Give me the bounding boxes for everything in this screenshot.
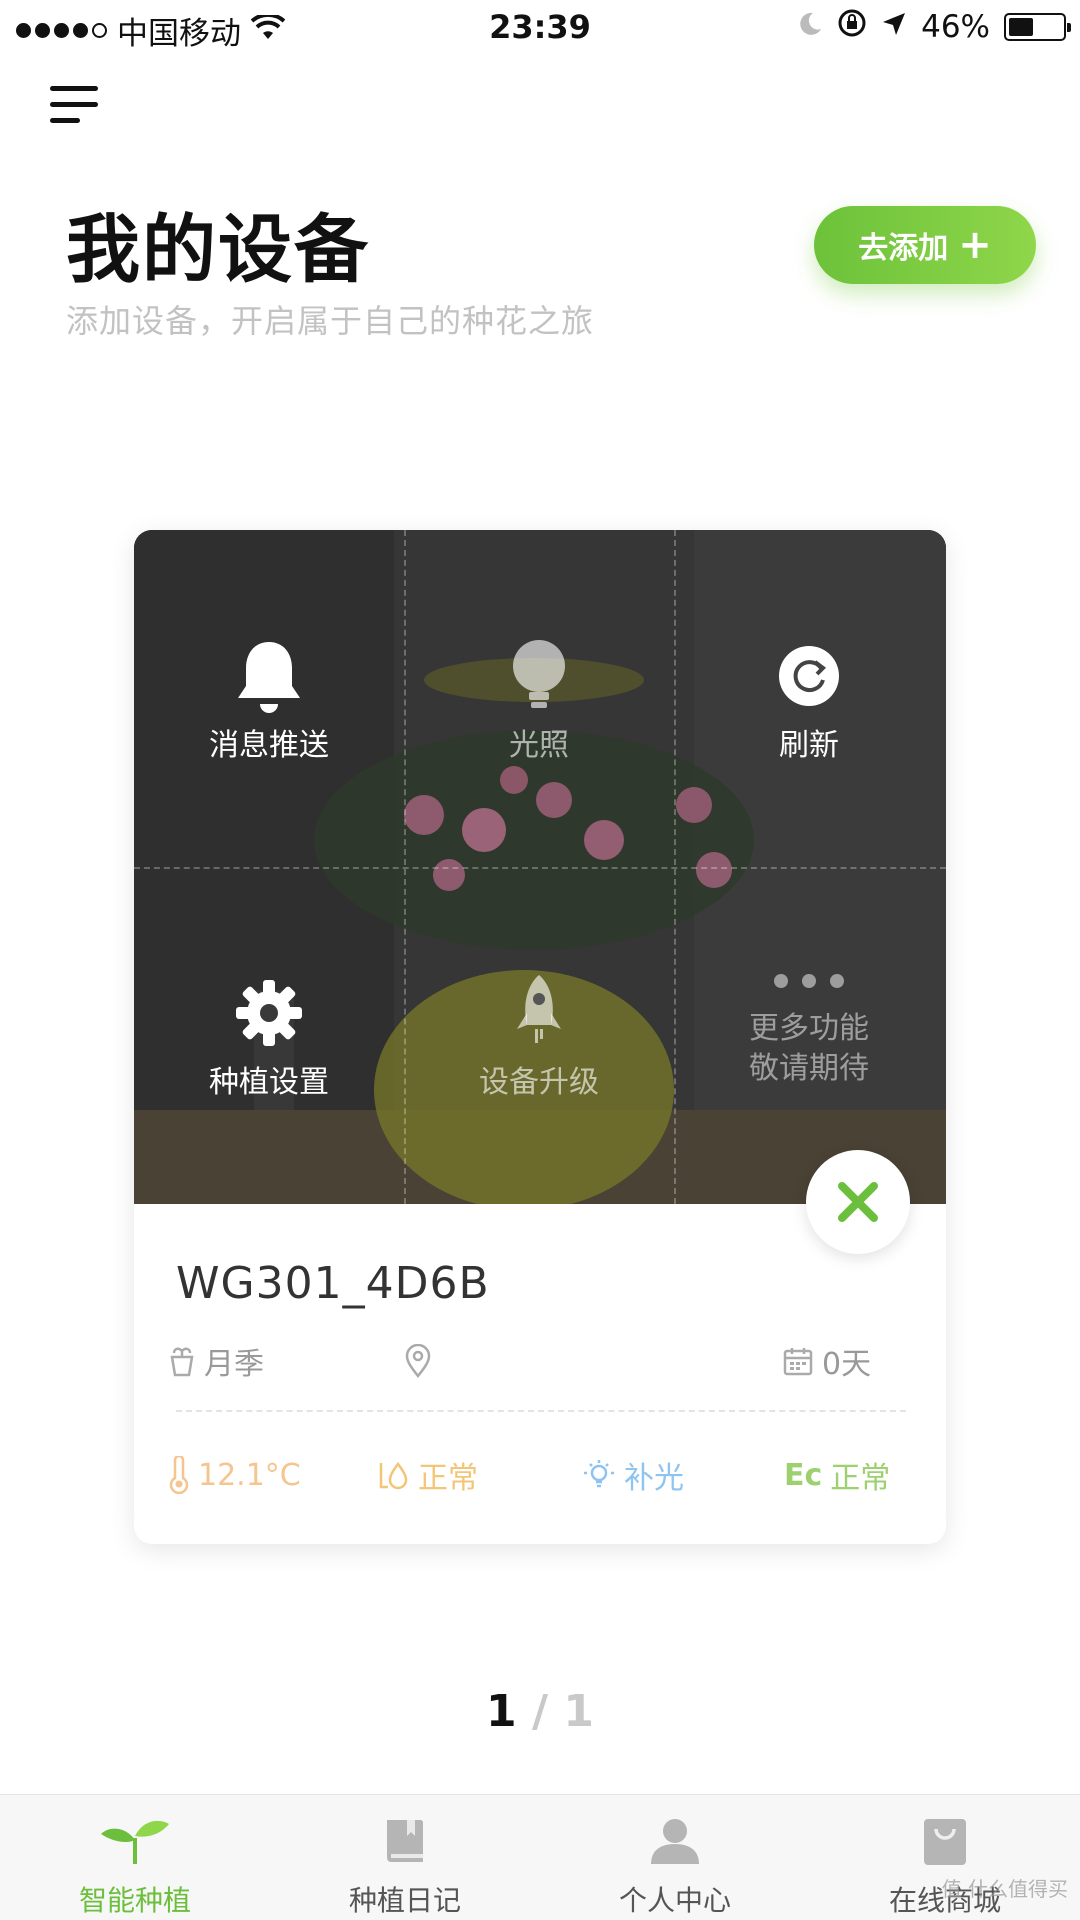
action-label: 种植设置	[209, 1065, 329, 1100]
action-light[interactable]: 光照	[404, 530, 674, 867]
plant-type: 月季	[168, 1338, 264, 1384]
tab-label: 智能种植	[78, 1884, 191, 1917]
moon-icon	[797, 9, 823, 45]
action-label: 刷新	[779, 728, 839, 763]
action-device-upgrade[interactable]: 设备升级	[404, 867, 674, 1204]
bell-icon	[229, 636, 309, 716]
tab-label: 种植日记	[348, 1884, 461, 1917]
tab-label: 个人中心	[618, 1884, 731, 1917]
plus-icon: +	[958, 222, 992, 268]
more-dots-icon	[769, 963, 849, 999]
location-arrow-icon	[881, 9, 907, 45]
rotation-lock-icon	[837, 8, 867, 46]
device-info-row: 月季 0天	[168, 1338, 928, 1384]
page-title: 我的设备	[66, 207, 370, 293]
water-stat: 正常	[378, 1450, 478, 1500]
menu-icon-line	[50, 102, 98, 107]
days-text: 0天	[822, 1347, 872, 1382]
gear-icon	[229, 973, 309, 1053]
calendar-icon	[783, 1348, 813, 1376]
sprout-icon	[99, 1813, 171, 1869]
action-more-coming-soon: 更多功能 敬请期待	[674, 867, 944, 1204]
page-indicator: 1 / 1	[0, 1686, 1080, 1737]
action-refresh[interactable]: 刷新	[674, 530, 944, 867]
add-device-button[interactable]: 去添加 +	[814, 206, 1036, 284]
menu-button[interactable]	[50, 86, 102, 126]
thermometer-icon	[169, 1456, 189, 1494]
ec-stat: Ec 正常	[784, 1450, 890, 1500]
refresh-icon	[769, 636, 849, 716]
plant-photo: 消息推送 光照 刷新 种植设置 设备升级 更多功能 敬请期待	[134, 530, 946, 1204]
device-location[interactable]	[404, 1338, 440, 1384]
battery-icon	[1004, 13, 1071, 41]
water-value: 正常	[418, 1461, 478, 1496]
sensor-stats-row: 12.1°C 正常 补光 Ec 正常	[168, 1450, 928, 1500]
status-bar: 中国移动 23:39 46%	[0, 0, 1080, 54]
shopping-bag-icon	[920, 1813, 970, 1869]
action-label: 光照	[509, 728, 569, 763]
tab-planting-diary[interactable]: 种植日记	[270, 1795, 540, 1920]
bulb-icon	[499, 636, 579, 716]
battery-fill	[1009, 18, 1033, 36]
tab-smart-planting[interactable]: 智能种植	[0, 1795, 270, 1920]
page-subtitle: 添加设备，开启属于自己的种花之旅	[66, 302, 595, 340]
device-card: 消息推送 光照 刷新 种植设置 设备升级 更多功能 敬请期待 WG301_4D6…	[134, 530, 946, 1544]
watermark: 值 什么值得买	[941, 1877, 1068, 1901]
menu-icon-line	[50, 118, 80, 123]
status-right: 46%	[797, 8, 1071, 46]
rocket-icon	[499, 973, 579, 1053]
action-label: 消息推送	[209, 728, 329, 763]
tab-personal-center[interactable]: 个人中心	[540, 1795, 810, 1920]
action-label: 更多功能 敬请期待	[749, 1011, 869, 1086]
person-icon	[649, 1813, 701, 1869]
page-total: / 1	[531, 1686, 594, 1737]
close-icon	[838, 1182, 878, 1222]
add-device-label: 去添加	[858, 231, 949, 266]
ec-value: 正常	[830, 1461, 891, 1496]
battery-percent: 46%	[921, 9, 990, 45]
action-planting-settings[interactable]: 种植设置	[134, 867, 404, 1204]
temperature-value: 12.1°C	[198, 1457, 301, 1493]
light-stat: 补光	[582, 1450, 684, 1500]
location-pin-icon	[405, 1344, 431, 1378]
action-message-push[interactable]: 消息推送	[134, 530, 404, 867]
water-level-icon	[379, 1461, 408, 1490]
light-value: 补光	[624, 1461, 684, 1496]
device-name: WG301_4D6B	[176, 1258, 490, 1309]
ec-label: Ec	[784, 1457, 823, 1493]
planting-days: 0天	[782, 1338, 871, 1384]
sun-bulb-icon	[584, 1460, 614, 1488]
close-button[interactable]	[806, 1150, 910, 1254]
flowerpot-icon	[170, 1347, 194, 1377]
card-divider	[176, 1410, 906, 1412]
book-icon	[383, 1813, 427, 1869]
page-current: 1	[486, 1686, 517, 1737]
action-label: 设备升级	[479, 1065, 599, 1100]
plant-name: 月季	[204, 1347, 264, 1382]
temperature-stat: 12.1°C	[168, 1450, 301, 1500]
tab-bar: 智能种植 种植日记 个人中心 在线商城 值 什么值得买	[0, 1794, 1080, 1920]
menu-icon	[50, 86, 98, 91]
